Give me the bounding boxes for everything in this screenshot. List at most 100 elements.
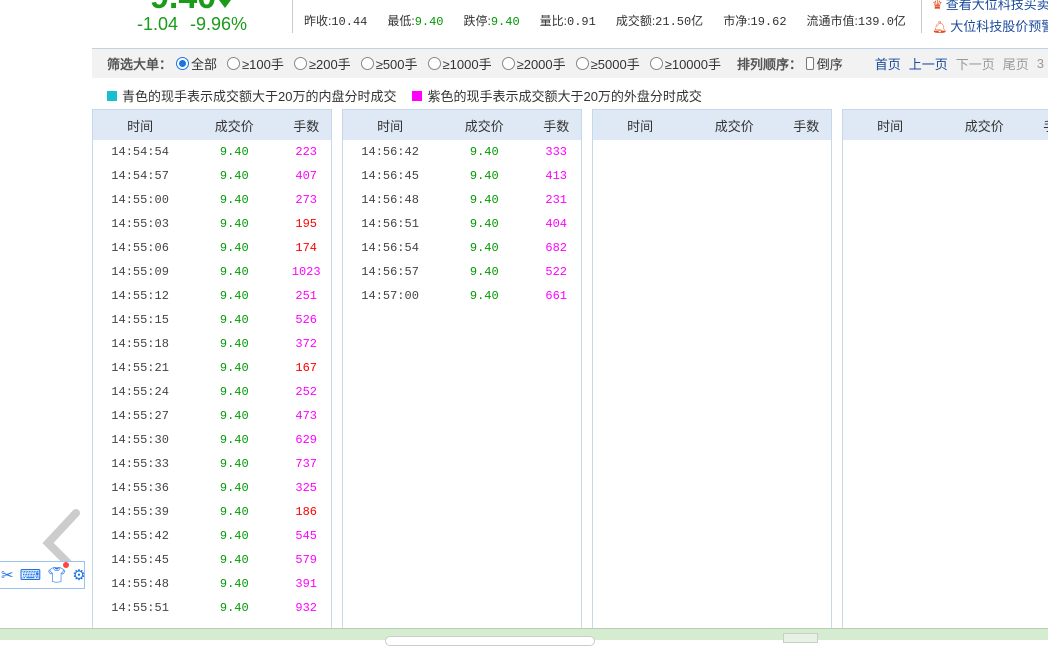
radio-circle[interactable] <box>649 57 663 70</box>
trade-time: 14:57:00 <box>361 289 419 303</box>
radio-circle[interactable] <box>360 57 374 70</box>
trade-time: 14:55:03 <box>111 217 169 231</box>
trade-price: 9.40 <box>219 241 249 255</box>
radio-circle[interactable] <box>427 57 441 70</box>
table-row: 14:55:30 9.40 629 <box>93 428 331 452</box>
trade-price: 9.40 <box>469 289 499 303</box>
trade-table: 时间 成交价 手数 14:56:42 9.40 333 14:56:45 9.40 413 14:… <box>342 109 582 640</box>
trade-volume: 273 <box>295 193 317 207</box>
shirt-icon[interactable]: 👕︎ <box>47 562 70 584</box>
trade-time: 14:55:27 <box>111 409 169 423</box>
trade-price: 9.40 <box>219 505 249 519</box>
view-trade-link-text[interactable]: 查看大位科技买卖 <box>946 0 1048 12</box>
trade-volume: 1023 <box>291 265 321 279</box>
bottom-tab[interactable] <box>385 636 595 646</box>
header-volume: 手数 <box>1031 116 1048 135</box>
trade-price: 9.40 <box>469 169 499 183</box>
filter-radio[interactable]: ≥200手 <box>293 54 351 73</box>
trade-volume: 252 <box>295 385 317 399</box>
trade-volume: 579 <box>295 553 317 567</box>
radio-circle[interactable] <box>227 57 241 70</box>
filter-radio[interactable]: ≥500手 <box>360 54 418 73</box>
radio-circle[interactable] <box>176 57 190 70</box>
radio-label[interactable]: ≥500手 <box>376 54 418 73</box>
table-row: 14:55:24 9.40 252 <box>93 380 331 404</box>
prev-page-link[interactable]: 上一页 <box>909 54 948 73</box>
header-price: 成交价 <box>214 118 254 134</box>
filter-radio[interactable]: ≥100手 <box>227 54 284 73</box>
radio-label[interactable]: ≥1000手 <box>443 54 492 73</box>
price-alert-link-text[interactable]: 大位科技股价预警 <box>950 19 1048 34</box>
stat-value: 0.91 <box>567 15 596 29</box>
table-row: 14:56:54 9.40 682 <box>343 236 581 260</box>
header-time: 时间 <box>127 118 154 134</box>
radio-circle[interactable] <box>575 57 589 70</box>
header-time: 时间 <box>627 118 654 134</box>
radio-label[interactable]: ≥100手 <box>242 54 284 73</box>
stat-item: 最低:9.40 <box>387 12 443 29</box>
filter-radio[interactable]: ≥5000手 <box>575 54 640 73</box>
filter-radio[interactable]: ≥10000手 <box>649 54 721 73</box>
table-row: 14:56:48 9.40 231 <box>343 188 581 212</box>
radio-label[interactable]: ≥2000手 <box>517 54 566 73</box>
table-header: 时间 成交价 手数 <box>843 110 1048 140</box>
filter-radio[interactable]: 全部 <box>176 54 217 73</box>
view-trade-link[interactable]: ♛ 查看大位科技买卖 <box>932 0 1048 13</box>
stat-value: 9.40 <box>414 15 444 29</box>
trade-time: 14:55:06 <box>111 241 169 255</box>
keyboard-icon[interactable]: ⌨ <box>20 566 42 584</box>
radio-label[interactable]: ≥5000手 <box>591 54 640 73</box>
trade-time: 14:56:54 <box>361 241 419 255</box>
table-row: 14:55:27 9.40 473 <box>93 404 331 428</box>
trade-time: 14:55:30 <box>111 433 169 447</box>
table-row: 14:55:06 9.40 174 <box>93 236 331 260</box>
table-row: 14:55:18 9.40 372 <box>93 332 331 356</box>
radio-label[interactable]: 全部 <box>191 54 217 73</box>
reverse-checkbox[interactable] <box>806 57 814 70</box>
trade-volume: 372 <box>295 337 317 351</box>
trade-price: 9.40 <box>219 313 249 327</box>
table-row: 14:55:51 9.40 932 <box>93 596 331 620</box>
bottom-button[interactable] <box>783 633 818 643</box>
table-row: 14:55:03 9.40 195 <box>93 212 331 236</box>
change-percent: -9.96% <box>190 14 248 34</box>
cyan-swatch <box>107 91 117 101</box>
trade-volume: 629 <box>295 433 317 447</box>
header-price: 成交价 <box>714 118 754 134</box>
filter-radio[interactable]: ≥2000手 <box>501 54 566 73</box>
radio-circle[interactable] <box>293 57 307 70</box>
table-header: 时间 成交价 手数 <box>593 110 831 140</box>
price-change: -1.04 -9.96% <box>137 14 259 35</box>
trade-volume: 404 <box>545 217 567 231</box>
trade-volume: 737 <box>295 457 317 471</box>
table-row: 14:55:33 9.40 737 <box>93 452 331 476</box>
stats-bar: 昨收:10.44 最低:9.40 跌停:9.40 量比:0.91 成交额:21.50亿市… <box>304 12 926 29</box>
stat-item: 成交额:21.50亿 <box>616 12 703 29</box>
gear-icon[interactable]: ⚙ <box>72 566 85 584</box>
scissors-icon[interactable]: ✂ <box>1 566 14 584</box>
radio-label[interactable]: ≥200手 <box>309 54 351 73</box>
stat-label: 市净: <box>723 14 751 28</box>
filter-radio[interactable]: ≥1000手 <box>427 54 492 73</box>
reverse-label[interactable]: 倒序 <box>817 54 843 73</box>
trade-time: 14:55:09 <box>111 265 169 279</box>
trade-time: 14:56:57 <box>361 265 419 279</box>
crown-icon: ♛ <box>932 0 943 12</box>
sort-label: 排列顺序： <box>737 57 803 72</box>
price-alert-link[interactable]: 🔔︎ 大位科技股价预警 <box>932 16 1048 35</box>
radio-circle[interactable] <box>501 57 515 70</box>
next-page-link[interactable]: 下一页 <box>956 54 995 73</box>
first-page-link[interactable]: 首页 <box>875 54 901 73</box>
table-header: 时间 成交价 手数 <box>93 110 331 140</box>
table-row: 14:55:21 9.40 167 <box>93 356 331 380</box>
last-page-link[interactable]: 尾页 <box>1003 54 1029 73</box>
legend-magenta-text: 紫色的现手表示成交额大于20万的外盘分时成交 <box>427 89 702 104</box>
trade-volume: 932 <box>295 601 317 615</box>
trade-price: 9.40 <box>219 529 249 543</box>
table-row: 14:57:00 9.40 661 <box>343 284 581 308</box>
change-value: -1.04 <box>137 14 179 34</box>
trade-volume: 413 <box>545 169 567 183</box>
table-row: 14:55:15 9.40 526 <box>93 308 331 332</box>
back-arrow-icon[interactable] <box>40 505 80 567</box>
radio-label[interactable]: ≥10000手 <box>665 54 721 73</box>
